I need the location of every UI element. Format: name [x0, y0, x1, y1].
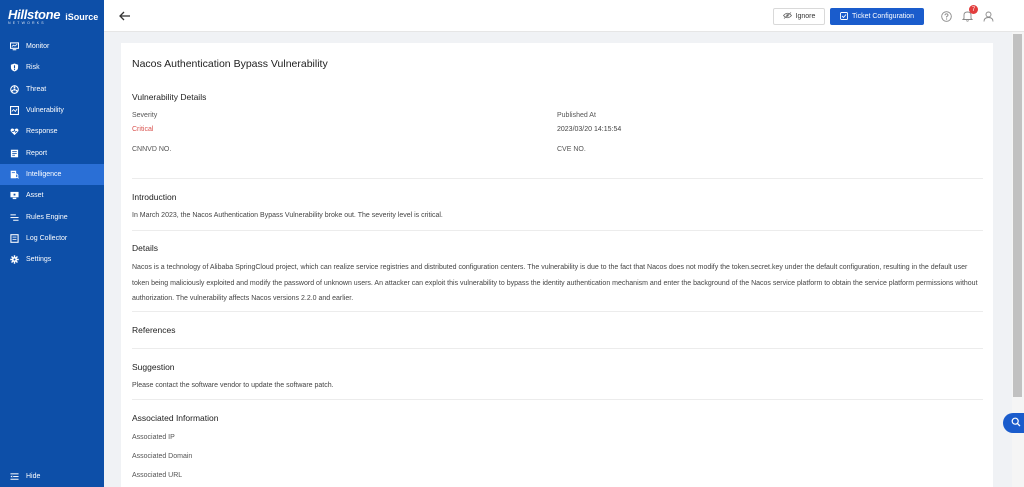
ignore-label: Ignore: [795, 13, 816, 20]
sidebar-item-label: Vulnerability: [26, 107, 64, 115]
cve-label: CVE NO.: [557, 146, 586, 153]
report-icon: [9, 148, 19, 158]
gear-icon: [9, 255, 19, 265]
associated-ip-label: Associated IP: [132, 434, 175, 441]
floating-search-button[interactable]: [1003, 413, 1024, 433]
ticket-configuration-button[interactable]: Ticket Configuration: [830, 8, 924, 25]
hide-sidebar-button[interactable]: Hide: [0, 465, 104, 487]
sidebar-item-monitor[interactable]: Monitor: [0, 36, 104, 57]
help-icon[interactable]: [940, 10, 952, 22]
cnnvd-label: CNNVD NO.: [132, 146, 172, 153]
sidebar-item-label: Settings: [26, 256, 52, 264]
sidebar-item-label: Log Collector: [26, 234, 68, 242]
severity-value: Critical: [132, 126, 154, 133]
sidebar-item-label: Threat: [26, 85, 47, 93]
logo-product: iSource: [65, 12, 99, 22]
biohazard-icon: [9, 84, 19, 94]
search-icon: [1011, 417, 1021, 429]
divider: [132, 311, 983, 312]
sidebar-item-label: Rules Engine: [26, 213, 68, 221]
intelligence-icon: [9, 169, 19, 179]
sidebar-item-log-collector[interactable]: Log Collector: [0, 228, 104, 249]
asset-icon: [9, 191, 19, 201]
eye-off-icon: [782, 12, 792, 21]
divider: [132, 230, 983, 231]
details-text: Nacos is a technology of Alibaba SpringC…: [132, 264, 978, 302]
collapse-icon: [9, 471, 19, 481]
sidebar-item-label: Intelligence: [26, 170, 62, 178]
logo-mark: Hillstone NETWORKS: [8, 7, 61, 26]
associated-url-label: Associated URL: [132, 472, 183, 479]
monitor-icon: [9, 42, 19, 52]
response-icon: [9, 127, 19, 137]
vulnerability-details-heading: Vulnerability Details: [132, 92, 207, 102]
published-value: 2023/03/20 14:15:54: [557, 126, 622, 133]
sidebar-item-label: Report: [26, 149, 48, 157]
sidebar-item-label: Risk: [26, 64, 40, 72]
sidebar-item-rules-engine[interactable]: Rules Engine: [0, 206, 104, 227]
sidebar-item-response[interactable]: Response: [0, 121, 104, 142]
log-icon: [9, 233, 19, 243]
sidebar-item-label: Response: [26, 128, 58, 136]
introduction-heading: Introduction: [132, 192, 177, 202]
suggestion-heading: Suggestion: [132, 362, 175, 372]
vulnerability-detail-card: Nacos Authentication Bypass Vulnerabilit…: [121, 43, 993, 487]
associated-domain-label: Associated Domain: [132, 453, 193, 460]
rules-icon: [9, 212, 19, 222]
top-header: Ignore Ticket Configuration 7: [104, 0, 1024, 32]
sidebar-item-report[interactable]: Report: [0, 142, 104, 163]
logo-brand: Hillstone: [8, 7, 61, 23]
sidebar-item-threat[interactable]: Threat: [0, 79, 104, 100]
back-arrow-icon[interactable]: [118, 9, 132, 23]
notification-badge: 7: [969, 5, 978, 14]
scrollbar-thumb[interactable]: [1013, 34, 1022, 397]
sidebar-item-asset[interactable]: Asset: [0, 185, 104, 206]
ticket-label: Ticket Configuration: [852, 13, 914, 20]
details-heading: Details: [132, 243, 158, 253]
sidebar-nav: Monitor Risk Threat Vulnerability Respon…: [0, 36, 104, 270]
sidebar-item-intelligence[interactable]: Intelligence: [0, 163, 104, 186]
page-title: Nacos Authentication Bypass Vulnerabilit…: [132, 58, 328, 70]
sidebar-item-label: Monitor: [26, 43, 50, 51]
ignore-button[interactable]: Ignore: [773, 8, 825, 25]
logo-sub: NETWORKS: [8, 21, 46, 26]
logo[interactable]: Hillstone NETWORKS iSource: [0, 0, 104, 34]
sidebar-item-vulnerability[interactable]: Vulnerability: [0, 100, 104, 121]
notification-bell-icon[interactable]: 7: [961, 5, 978, 22]
ticket-icon: [840, 11, 848, 22]
references-heading: References: [132, 325, 176, 335]
sidebar-item-label: Asset: [26, 192, 44, 200]
divider: [132, 399, 983, 400]
severity-label: Severity: [132, 112, 158, 119]
associated-information-heading: Associated Information: [132, 413, 219, 423]
hide-label: Hide: [26, 472, 41, 480]
shield-icon: [9, 63, 19, 73]
sidebar: Hillstone NETWORKS iSource Monitor Risk …: [0, 0, 104, 487]
published-label: Published At: [557, 112, 596, 119]
introduction-text: In March 2023, the Nacos Authentication …: [132, 212, 443, 219]
divider: [132, 178, 983, 179]
divider: [132, 348, 983, 349]
sidebar-item-settings[interactable]: Settings: [0, 249, 104, 270]
suggestion-text: Please contact the software vendor to up…: [132, 382, 334, 389]
user-avatar-icon[interactable]: [982, 10, 994, 22]
sidebar-item-risk[interactable]: Risk: [0, 57, 104, 78]
vulnerability-icon: [9, 106, 19, 116]
